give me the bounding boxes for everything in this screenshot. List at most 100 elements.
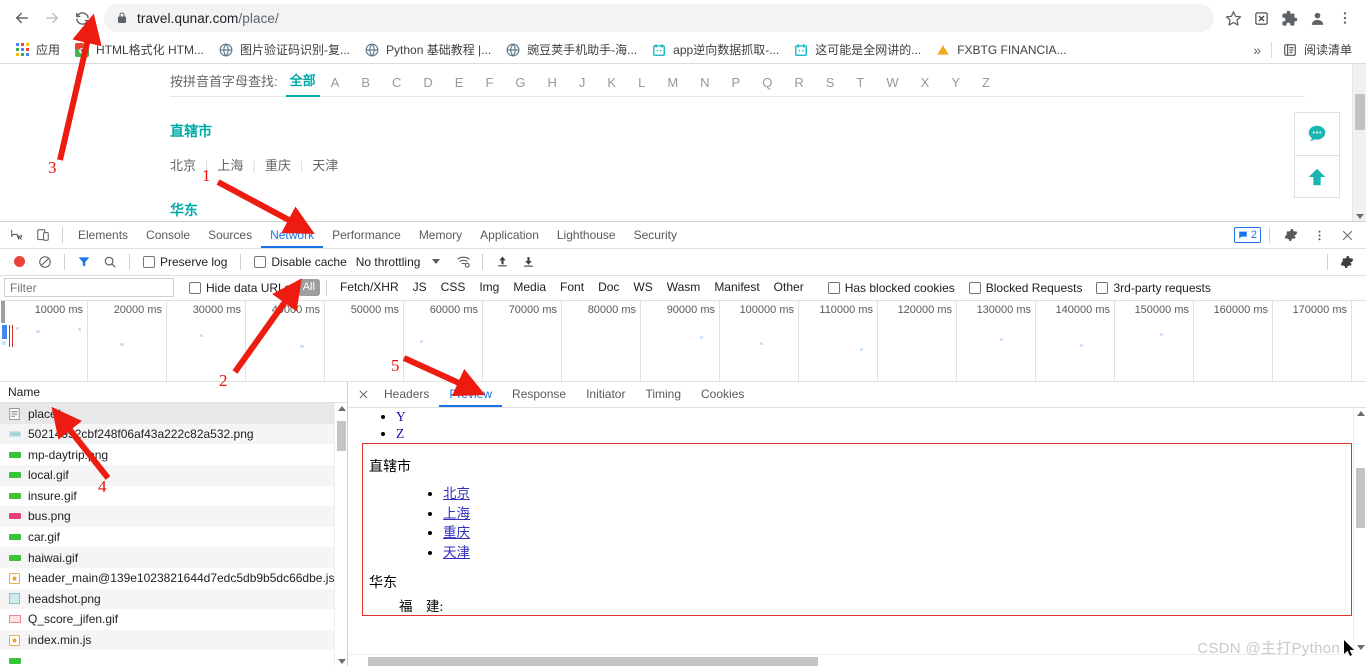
bookmark-apps[interactable]: 应用 — [8, 38, 68, 61]
table-row[interactable]: car.gif — [0, 527, 347, 548]
preview-link-shanghai[interactable]: 上海 — [443, 506, 470, 521]
chevron-down-icon[interactable] — [1356, 214, 1364, 219]
gear-icon[interactable] — [1278, 223, 1304, 247]
table-row[interactable]: Q_score_jifen.gif — [0, 609, 347, 630]
preview-link-z[interactable]: Z — [396, 426, 404, 441]
filter-type-doc[interactable]: Doc — [591, 279, 626, 296]
table-row[interactable]: insure.gif — [0, 486, 347, 507]
bookmarks-overflow-button[interactable]: » — [1247, 40, 1267, 60]
bookmark-item[interactable]: HTML格式化 HTM... — [68, 38, 212, 61]
tab-security[interactable]: Security — [625, 222, 686, 248]
back-arrow-icon[interactable] — [8, 4, 36, 32]
close-icon[interactable] — [352, 389, 374, 400]
scrollbar-thumb[interactable] — [368, 657, 818, 666]
extension-icon[interactable] — [1248, 5, 1274, 31]
tab-sources[interactable]: Sources — [199, 222, 261, 248]
table-row[interactable]: place/ — [0, 403, 347, 424]
inspect-element-icon[interactable] — [4, 223, 30, 247]
letter-filter-l[interactable]: L — [627, 75, 656, 90]
throttling-select[interactable]: No throttling — [354, 255, 421, 269]
letter-filter-j[interactable]: J — [568, 75, 597, 90]
device-toolbar-icon[interactable] — [30, 223, 56, 247]
chevron-down-icon[interactable] — [338, 659, 346, 664]
detail-tab-timing[interactable]: Timing — [635, 382, 691, 407]
preview-link-tianjin[interactable]: 天津 — [443, 545, 470, 560]
detail-tab-preview[interactable]: Preview — [439, 382, 502, 407]
letter-filter-d[interactable]: D — [412, 75, 443, 90]
scrollbar-thumb[interactable] — [337, 421, 346, 452]
gear-icon[interactable] — [1334, 250, 1360, 274]
requests-list-scrollbar[interactable] — [334, 403, 347, 666]
letter-filter-y[interactable]: Y — [940, 75, 971, 90]
preview-link-chongqing[interactable]: 重庆 — [443, 525, 470, 540]
three-dot-menu-icon[interactable] — [1332, 5, 1358, 31]
tab-performance[interactable]: Performance — [323, 222, 410, 248]
table-row[interactable]: index.min.js — [0, 629, 347, 651]
chevron-up-icon[interactable] — [338, 406, 346, 412]
has-blocked-cookies-checkbox[interactable]: Has blocked cookies — [821, 281, 962, 295]
scroll-to-top-icon[interactable] — [1295, 155, 1339, 197]
bookmark-item[interactable]: 豌豆荚手机助手-海... — [499, 38, 645, 61]
letter-filter-w[interactable]: W — [875, 75, 909, 90]
filter-type-js[interactable]: JS — [406, 279, 434, 296]
table-row[interactable]: mp-daytrip.png — [0, 444, 347, 465]
letter-filter-r[interactable]: R — [783, 75, 814, 90]
detail-tab-cookies[interactable]: Cookies — [691, 382, 754, 407]
tab-lighthouse[interactable]: Lighthouse — [548, 222, 625, 248]
scrollbar-thumb[interactable] — [1356, 468, 1365, 529]
letter-filter-z[interactable]: Z — [971, 75, 1001, 90]
table-row[interactable]: bus.png — [0, 506, 347, 527]
filter-type-fetch-xhr[interactable]: Fetch/XHR — [333, 279, 406, 296]
network-conditions-icon[interactable] — [450, 250, 476, 274]
close-icon[interactable] — [1334, 223, 1360, 247]
bookmark-item[interactable]: 这可能是全网讲的... — [787, 38, 929, 61]
letter-filter-e[interactable]: E — [444, 75, 475, 90]
bookmark-item[interactable]: app逆向数据抓取-... — [645, 38, 787, 61]
filter-type-css[interactable]: CSS — [434, 279, 473, 296]
filter-type-manifest[interactable]: Manifest — [707, 279, 766, 296]
blocked-requests-checkbox[interactable]: Blocked Requests — [962, 281, 1090, 295]
table-row[interactable] — [0, 650, 347, 666]
hide-data-urls-checkbox[interactable]: Hide data URLs — [182, 281, 298, 295]
detail-tab-initiator[interactable]: Initiator — [576, 382, 635, 407]
clear-icon[interactable] — [32, 250, 58, 274]
profile-avatar-icon[interactable] — [1304, 5, 1330, 31]
bookmark-item[interactable]: Python 基础教程 |... — [358, 38, 499, 61]
letter-filter-t[interactable]: T — [845, 75, 875, 90]
letter-filter-p[interactable]: P — [721, 75, 752, 90]
forward-arrow-icon[interactable] — [38, 4, 66, 32]
chevron-down-icon[interactable] — [432, 259, 441, 265]
chat-bubble-icon[interactable] — [1295, 113, 1339, 155]
letter-filter-x[interactable]: X — [910, 75, 941, 90]
preview-link-y[interactable]: Y — [396, 409, 406, 424]
city-link-shanghai[interactable]: 上海 — [217, 158, 243, 173]
letter-filter-q[interactable]: Q — [751, 75, 783, 90]
letter-filter-k[interactable]: K — [596, 75, 627, 90]
tab-network[interactable]: Network — [261, 222, 323, 248]
detail-tab-headers[interactable]: Headers — [374, 382, 439, 407]
puzzle-icon[interactable] — [1276, 5, 1302, 31]
city-link-beijing[interactable]: 北京 — [170, 158, 196, 173]
letter-filter-c[interactable]: C — [381, 75, 412, 90]
page-scrollbar[interactable] — [1352, 64, 1366, 221]
table-row[interactable]: headshot.png — [0, 588, 347, 610]
letter-filter-all[interactable]: 全部 — [285, 70, 320, 97]
funnel-filter-icon[interactable] — [71, 250, 97, 274]
city-link-chongqing[interactable]: 重庆 — [265, 158, 291, 173]
table-row[interactable]: local.gif — [0, 464, 347, 486]
letter-filter-f[interactable]: F — [474, 75, 504, 90]
preview-horizontal-scrollbar[interactable] — [348, 654, 1353, 666]
table-row[interactable]: header_main@139e1023821644d7edc5db9b5dc6… — [0, 568, 347, 589]
star-icon[interactable] — [1220, 5, 1246, 31]
column-header-name[interactable]: Name — [0, 382, 347, 404]
filter-type-all[interactable]: All — [297, 279, 320, 297]
disable-cache-checkbox[interactable]: Disable cache — [247, 255, 353, 269]
letter-filter-a[interactable]: A — [320, 75, 351, 90]
preview-vertical-scrollbar[interactable] — [1353, 408, 1366, 653]
letter-filter-m[interactable]: M — [656, 75, 689, 90]
filter-type-other[interactable]: Other — [767, 279, 811, 296]
letter-filter-n[interactable]: N — [689, 75, 720, 90]
preserve-log-checkbox[interactable]: Preserve log — [136, 255, 234, 269]
tab-memory[interactable]: Memory — [410, 222, 471, 248]
detail-tab-response[interactable]: Response — [502, 382, 576, 407]
